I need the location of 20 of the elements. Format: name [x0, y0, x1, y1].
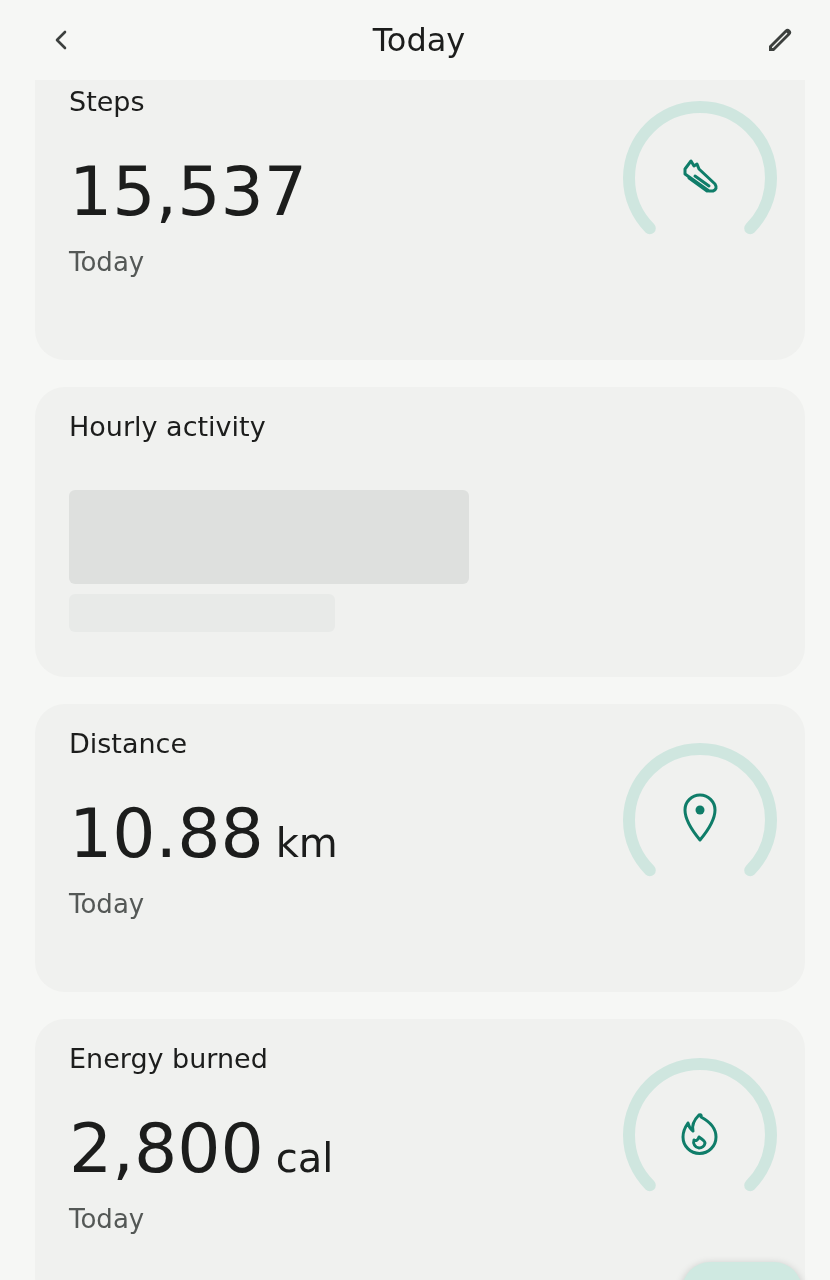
- page-title: Today: [372, 21, 466, 59]
- card-background[interactable]: Distance 10.88 km Today: [35, 704, 805, 992]
- flame-icon: [681, 1113, 718, 1155]
- period-label: Today: [69, 1203, 145, 1234]
- shoe-icon: [683, 159, 718, 193]
- card-background[interactable]: Steps 15,537 Today: [35, 80, 805, 360]
- card-title: Hourly activity: [69, 411, 266, 442]
- card-title: Distance: [69, 728, 188, 759]
- metric-value: 10.88: [69, 793, 264, 875]
- metric-unit: cal: [275, 1135, 334, 1181]
- card-background[interactable]: Hourly activity: [35, 387, 805, 677]
- period-label: Today: [69, 246, 145, 277]
- card-background[interactable]: Energy burned 2,800 cal Today: [35, 1019, 805, 1280]
- metric-value: 2,800: [69, 1108, 264, 1190]
- location-pin-icon: [683, 793, 717, 842]
- card-title: Energy burned: [69, 1043, 268, 1074]
- metric-unit: km: [275, 820, 338, 866]
- metric-value: 15,537: [69, 151, 307, 233]
- card-title: Steps: [69, 86, 145, 117]
- period-label: Today: [69, 888, 145, 919]
